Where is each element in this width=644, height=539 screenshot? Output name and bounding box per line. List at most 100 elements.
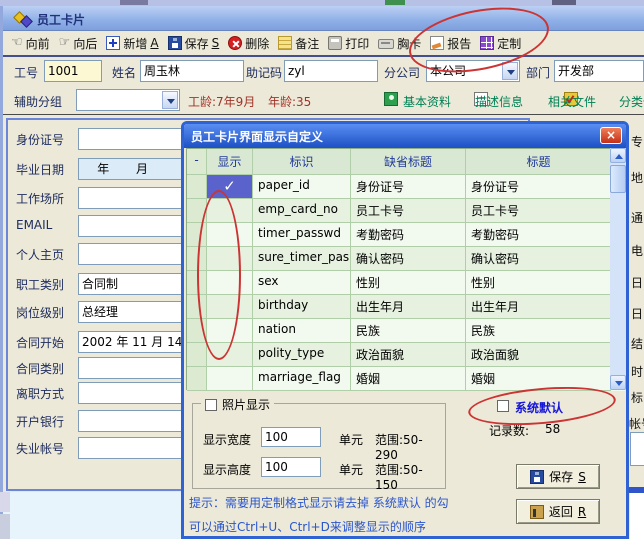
identifier-cell[interactable]: paper_id [253, 175, 351, 199]
table-row[interactable]: timer_passwd 考勤密码 考勤密码 [187, 223, 625, 247]
dept-field[interactable]: 开发部 [554, 60, 644, 82]
display-check-cell[interactable] [207, 295, 253, 319]
row-selector-cell[interactable] [187, 223, 207, 247]
default-title-cell[interactable]: 性别 [351, 271, 466, 295]
default-title-cell[interactable]: 确认密码 [351, 247, 466, 271]
photo-display-checkbox[interactable] [205, 399, 217, 411]
save-button[interactable]: 保存 S [516, 464, 600, 489]
aux-group-combobox[interactable] [76, 89, 180, 111]
row-selector-cell[interactable] [187, 247, 207, 271]
identifier-cell[interactable]: nation [253, 319, 351, 343]
branch-combobox[interactable]: 本公司 [426, 60, 520, 82]
identifier-cell[interactable]: timer_passwd [253, 223, 351, 247]
title-cell[interactable]: 婚姻 [466, 367, 611, 391]
table-row[interactable]: polity_type 政治面貌 政治面貌 [187, 343, 625, 367]
hint-text: 可以通过Ctrl+U、Ctrl+D来调整显示的顺序 [189, 518, 426, 535]
title-cell[interactable]: 出生年月 [466, 295, 611, 319]
toolbar-button-note[interactable]: 备注 [278, 35, 319, 52]
display-check-cell[interactable] [207, 247, 253, 271]
toolbar-label: 备注 [295, 35, 319, 52]
toolbar-button-customize[interactable]: 定制 [480, 35, 521, 52]
display-check-cell[interactable] [207, 271, 253, 295]
toolbar-button-badge[interactable]: 胸卡 [378, 35, 421, 52]
table-row[interactable]: ✓ paper_id 身份证号 身份证号 [187, 175, 625, 199]
mnemonic-field[interactable]: zyl [284, 60, 378, 82]
default-title-cell[interactable]: 出生年月 [351, 295, 466, 319]
photo-width-input[interactable]: 100 [261, 427, 321, 447]
dialog-titlebar[interactable]: 员工卡片界面显示自定义 × [184, 124, 626, 148]
background-fragment: 帐号 [629, 415, 644, 432]
header-default-title: 缺省标题 [351, 149, 466, 175]
return-button[interactable]: 返回 R [516, 499, 600, 524]
title-cell[interactable]: 考勤密码 [466, 223, 611, 247]
link-description[interactable]: 描述信息 [475, 93, 523, 110]
app-window: 员工卡片 ☜向前 ☞向后 新增A 保存S 删除 备注 打印 胸卡 报告 定制 工… [0, 0, 644, 539]
toolbar-button-forward[interactable]: ☜向前 [11, 35, 50, 52]
identifier-cell[interactable]: emp_card_no [253, 199, 351, 223]
display-check-cell[interactable]: ✓ [207, 175, 253, 199]
toolbar-button-save[interactable]: 保存S [168, 35, 220, 52]
identifier-cell[interactable]: sure_timer_pas [253, 247, 351, 271]
row-selector-cell[interactable] [187, 343, 207, 367]
display-check-cell[interactable] [207, 223, 253, 247]
identifier-cell[interactable]: polity_type [253, 343, 351, 367]
table-row[interactable]: sex 性别 性别 [187, 271, 625, 295]
default-title-cell[interactable]: 婚姻 [351, 367, 466, 391]
display-check-cell[interactable] [207, 319, 253, 343]
row-selector-cell[interactable] [187, 199, 207, 223]
table-row[interactable]: emp_card_no 员工卡号 员工卡号 [187, 199, 625, 223]
toolbar-button-new[interactable]: 新增A [106, 35, 158, 52]
age-text: 年龄:35 [268, 93, 311, 110]
title-cell[interactable]: 员工卡号 [466, 199, 611, 223]
link-related-files[interactable]: 相关文件 [548, 93, 596, 110]
close-icon[interactable]: × [600, 127, 622, 144]
grid-icon [480, 36, 494, 50]
toolbar-button-backward[interactable]: ☞向后 [59, 35, 98, 52]
identifier-cell[interactable]: birthday [253, 295, 351, 319]
emp-no-field[interactable]: 1001 [44, 60, 102, 82]
table-row[interactable]: sure_timer_pas 确认密码 确认密码 [187, 247, 625, 271]
row-selector-cell[interactable] [187, 367, 207, 391]
default-title-cell[interactable]: 身份证号 [351, 175, 466, 199]
link-basic-info[interactable]: 基本资料 [403, 93, 451, 110]
title-cell[interactable]: 身份证号 [466, 175, 611, 199]
toolbar-button-delete[interactable]: 删除 [228, 35, 269, 52]
toolbar-label: 定制 [497, 35, 521, 52]
table-scrollbar[interactable] [610, 148, 626, 390]
identifier-cell[interactable]: marriage_flag [253, 367, 351, 391]
row-selector-cell[interactable] [187, 319, 207, 343]
background-fragment: 日 [631, 305, 643, 322]
row-selector-cell[interactable] [187, 175, 207, 199]
title-cell[interactable]: 确认密码 [466, 247, 611, 271]
default-title-cell[interactable]: 政治面貌 [351, 343, 466, 367]
chevron-down-icon[interactable] [162, 91, 178, 109]
photo-height-input[interactable]: 100 [261, 457, 321, 477]
table-row[interactable]: birthday 出生年月 出生年月 [187, 295, 625, 319]
display-check-cell[interactable] [207, 199, 253, 223]
toolbar-button-print[interactable]: 打印 [328, 35, 369, 52]
table-row[interactable]: marriage_flag 婚姻 婚姻 [187, 367, 625, 391]
display-check-cell[interactable] [207, 343, 253, 367]
chevron-down-icon[interactable] [502, 62, 518, 80]
default-title-cell[interactable]: 员工卡号 [351, 199, 466, 223]
toolbar-button-report[interactable]: 报告 [430, 35, 471, 52]
title-cell[interactable]: 政治面貌 [466, 343, 611, 367]
default-title-cell[interactable]: 民族 [351, 319, 466, 343]
scrollbar-thumb[interactable] [610, 165, 626, 193]
table-row[interactable]: nation 民族 民族 [187, 319, 625, 343]
field-label: 岗位级别 [16, 304, 64, 321]
row-selector-cell[interactable] [187, 295, 207, 319]
field-label: 毕业日期 [16, 161, 64, 178]
identifier-cell[interactable]: sex [253, 271, 351, 295]
name-field[interactable]: 周玉林 [140, 60, 244, 82]
system-default-checkbox[interactable] [497, 400, 509, 412]
scroll-up-icon[interactable] [610, 148, 626, 163]
scroll-down-icon[interactable] [610, 375, 626, 390]
title-cell[interactable]: 性别 [466, 271, 611, 295]
display-check-cell[interactable] [207, 367, 253, 391]
default-title-cell[interactable]: 考勤密码 [351, 223, 466, 247]
row-selector-cell[interactable] [187, 271, 207, 295]
title-cell[interactable]: 民族 [466, 319, 611, 343]
field-label: 职工类别 [16, 276, 64, 293]
link-category-info[interactable]: 分类信息 [619, 93, 644, 110]
